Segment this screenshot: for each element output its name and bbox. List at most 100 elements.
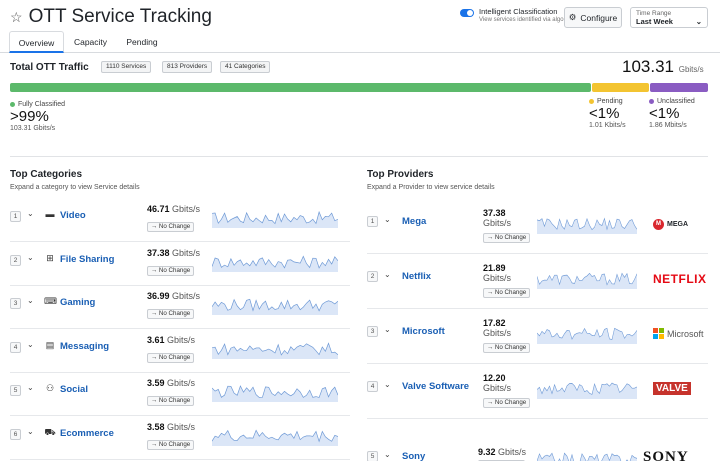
provider-row[interactable]: 4 ⌄ Valve Software 12.20 Gbits/s → No Change V… bbox=[367, 365, 708, 419]
provider-value: 17.82 Gbits/s bbox=[483, 318, 511, 338]
category-row[interactable]: 5 ⌄ ⚇ Social 3.59 Gbits/s → No Change bbox=[10, 374, 350, 416]
provider-row[interactable]: 2 ⌄ Netflix 21.89 Gbits/s → No Change NETFLIX bbox=[367, 255, 708, 309]
category-row[interactable]: 4 ⌄ ▤ Messaging 3.61 Gbits/s → No Change bbox=[10, 331, 350, 373]
expand-chevron-icon[interactable]: ⌄ bbox=[384, 325, 391, 334]
provider-name[interactable]: Sony bbox=[402, 451, 425, 461]
value-unit: Gbits/s bbox=[498, 447, 527, 457]
provider-row[interactable]: 5⌄Sony9.32 Gbits/s→ No ChangeSONY bbox=[367, 420, 708, 461]
sparkline-chart bbox=[211, 339, 339, 359]
change-badge: → No Change bbox=[483, 398, 531, 408]
expand-chevron-icon[interactable]: ⌄ bbox=[27, 253, 34, 262]
purple-dot-icon bbox=[649, 98, 654, 104]
green-dot-icon bbox=[10, 101, 15, 107]
change-badge: → No Change bbox=[147, 265, 195, 276]
classified-bar-segment bbox=[10, 83, 591, 92]
provider-name[interactable]: Netflix bbox=[402, 271, 431, 282]
provider-value: 9.32 Gbits/s bbox=[478, 447, 526, 457]
expand-chevron-icon[interactable]: ⌄ bbox=[384, 380, 391, 389]
total-value-unit: Gbits/s bbox=[678, 65, 704, 74]
change-badge: → No Change bbox=[147, 396, 195, 406]
sparkline-chart bbox=[211, 208, 339, 228]
value-unit: Gbits/s bbox=[483, 273, 512, 283]
time-range-value: Last Week bbox=[636, 17, 673, 26]
change-badge: → No Change bbox=[483, 233, 531, 243]
pending-label: Pending bbox=[597, 98, 623, 105]
value-unit: Gbits/s bbox=[483, 383, 512, 393]
time-range-label: Time Range bbox=[636, 10, 672, 17]
value-unit: Gbits/s bbox=[172, 247, 201, 258]
value-number: 3.59 bbox=[147, 378, 165, 388]
mega-logo: M MEGA bbox=[653, 219, 688, 230]
netflix-logo: NETFLIX bbox=[653, 272, 707, 286]
top-categories-subtitle: Expand a category to view Service detail… bbox=[10, 184, 140, 191]
sparkline-chart bbox=[536, 269, 638, 289]
value-unit: Gbits/s bbox=[483, 218, 512, 228]
category-name[interactable]: Ecommerce bbox=[60, 428, 114, 439]
provider-name[interactable]: Mega bbox=[402, 216, 426, 227]
category-row[interactable]: 6 ⌄ ⛟ Ecommerce 3.58 Gbits/s → No Change bbox=[10, 418, 350, 460]
rank-badge: 1 bbox=[10, 211, 21, 222]
expand-chevron-icon[interactable]: ⌄ bbox=[27, 296, 34, 305]
expand-chevron-icon[interactable]: ⌄ bbox=[384, 450, 391, 459]
value-number: 12.20 bbox=[483, 373, 506, 383]
sparkline-chart bbox=[211, 252, 339, 272]
category-row[interactable]: 1 ⌄ ▬ Video 46.71 Gbits/s → No Change bbox=[10, 200, 350, 242]
change-badge: → No Change bbox=[483, 343, 531, 353]
expand-chevron-icon[interactable]: ⌄ bbox=[384, 270, 391, 279]
unclassified-rate: 1.86 Mbits/s bbox=[649, 122, 687, 129]
rank-badge: 5 bbox=[10, 385, 21, 396]
expand-chevron-icon[interactable]: ⌄ bbox=[27, 383, 34, 392]
rank-badge: 5 bbox=[367, 451, 378, 461]
toggle-switch[interactable] bbox=[460, 9, 474, 17]
sparkline-chart bbox=[211, 295, 339, 315]
provider-value: 12.20 Gbits/s bbox=[483, 373, 511, 393]
provider-name[interactable]: Valve Software bbox=[402, 381, 469, 392]
classified-label: Fully Classified bbox=[18, 101, 66, 108]
value-number: 17.82 bbox=[483, 318, 506, 328]
pending-pct: <1% bbox=[589, 105, 620, 122]
category-name[interactable]: Social bbox=[60, 384, 88, 395]
rank-badge: 4 bbox=[367, 381, 378, 392]
category-name[interactable]: Messaging bbox=[60, 341, 109, 352]
tab-pending[interactable]: Pending bbox=[118, 31, 166, 53]
unclassified-bar-segment bbox=[650, 83, 708, 92]
services-chip: 1110 Services bbox=[101, 61, 152, 73]
tab-capacity[interactable]: Capacity bbox=[68, 31, 113, 53]
pending-bar-segment bbox=[592, 83, 649, 92]
unclassified-pct: <1% bbox=[649, 105, 680, 122]
rank-badge: 6 bbox=[10, 428, 21, 440]
category-name[interactable]: Video bbox=[60, 210, 86, 221]
provider-row[interactable]: 3 ⌄ Microsoft 17.82 Gbits/s → No Change Micros… bbox=[367, 310, 708, 364]
classified-rate: 103.31 Gbits/s bbox=[10, 125, 56, 132]
expand-chevron-icon[interactable]: ⌄ bbox=[27, 427, 34, 436]
time-range-select[interactable]: Time Range Last Week ⌄ bbox=[630, 7, 708, 28]
configure-label: Configure bbox=[580, 12, 618, 23]
expand-chevron-icon[interactable]: ⌄ bbox=[27, 209, 34, 218]
category-value: 46.71 Gbits/s bbox=[147, 204, 200, 214]
top-categories-header: Top Categories Expand a category to view… bbox=[10, 169, 140, 191]
rank-badge: 2 bbox=[367, 271, 378, 282]
category-name[interactable]: File Sharing bbox=[60, 254, 114, 265]
providers-chip: 813 Providers bbox=[162, 61, 213, 73]
value-number: 3.58 bbox=[147, 421, 165, 432]
gamepad-icon: ⌨ bbox=[44, 296, 57, 306]
provider-name[interactable]: Microsoft bbox=[402, 326, 445, 337]
value-unit: Gbits/s bbox=[167, 421, 196, 432]
rank-badge: 4 bbox=[10, 341, 21, 353]
provider-row[interactable]: 1 ⌄ Mega 37.38 Gbits/s → No Change M MEGA bbox=[367, 200, 708, 254]
favorite-star-icon[interactable]: ☆ bbox=[10, 9, 23, 26]
configure-button[interactable]: ⚙ Configure bbox=[564, 7, 622, 28]
expand-chevron-icon[interactable]: ⌄ bbox=[384, 215, 391, 224]
tab-bar: Overview Capacity Pending bbox=[0, 31, 720, 53]
category-name[interactable]: Gaming bbox=[60, 297, 95, 308]
tab-overview[interactable]: Overview bbox=[9, 31, 64, 53]
category-row[interactable]: 3 ⌄ ⌨ Gaming 36.99 Gbits/s → No Change bbox=[10, 287, 350, 329]
category-value: 37.38 Gbits/s bbox=[147, 248, 200, 258]
expand-chevron-icon[interactable]: ⌄ bbox=[27, 340, 34, 349]
category-row[interactable]: 2 ⌄ ⊞ File Sharing 37.38 Gbits/s → No Change bbox=[10, 244, 350, 286]
categories-chip: 41 Categories bbox=[220, 61, 271, 73]
page-title-wrap: ☆ OTT Service Tracking bbox=[10, 6, 212, 28]
file-sharing-icon: ⊞ bbox=[46, 252, 54, 263]
value-number: 37.38 bbox=[147, 247, 170, 258]
category-value: 3.59 Gbits/s bbox=[147, 378, 195, 388]
